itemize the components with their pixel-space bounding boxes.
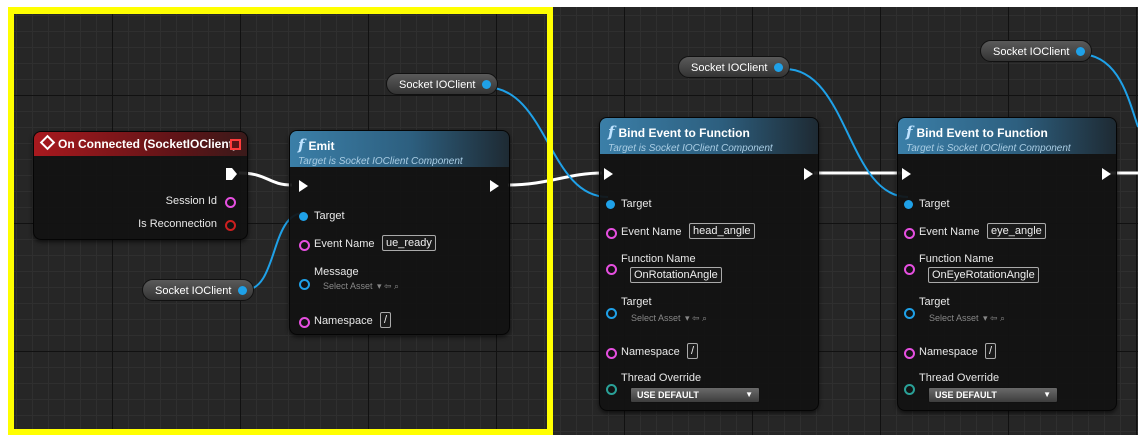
node-header: f Bind Event to Function Target is Socket… xyxy=(898,118,1116,154)
pin-label-thread-override: Thread Override xyxy=(621,372,702,384)
pin-label-event-name: Event Name xyxy=(919,226,980,238)
variable-label: Socket IOClient xyxy=(691,62,768,74)
namespace-field[interactable]: / xyxy=(687,343,699,359)
pin-label-target2: Target xyxy=(621,296,652,308)
node-header: f Bind Event to Function Target is Socket… xyxy=(600,118,818,154)
pin-label-event-name: Event Name xyxy=(621,226,682,238)
blueprint-graph-canvas[interactable]: On Connected (SocketIOClient) Session Id… xyxy=(8,7,1138,435)
chevron-down-icon: ▼ xyxy=(1043,390,1051,399)
pin-label-thread-override: Thread Override xyxy=(919,372,1000,384)
node-subtitle: Target is Socket IOClient Component xyxy=(906,143,1071,154)
event-name-field[interactable]: eye_angle xyxy=(987,223,1046,239)
thread-override-value: USE DEFAULT xyxy=(637,390,699,400)
variable-out-pin[interactable] xyxy=(1076,47,1086,56)
pin-label-namespace: Namespace xyxy=(621,346,680,358)
function-icon: f xyxy=(608,123,615,141)
namespace-field[interactable]: / xyxy=(985,343,997,359)
variable-out-pin[interactable] xyxy=(774,63,784,72)
function-name-field[interactable]: OnEyeRotationAngle xyxy=(928,267,1039,283)
bind-event-node-1[interactable]: f Bind Event to Function Target is Socket… xyxy=(599,117,819,411)
namespace-pin[interactable] xyxy=(606,348,617,359)
pin-label-target: Target xyxy=(621,198,652,210)
event-name-pin[interactable] xyxy=(904,228,915,239)
exec-out-pin[interactable] xyxy=(804,168,813,180)
variable-label: Socket IOClient xyxy=(993,46,1070,58)
pin-label-function-name: Function Name xyxy=(621,253,696,265)
bind-event-node-2[interactable]: f Bind Event to Function Target is Socket… xyxy=(897,117,1117,411)
pin-label-function-name: Function Name xyxy=(919,253,994,265)
node-subtitle: Target is Socket IOClient Component xyxy=(608,143,773,154)
thread-override-value: USE DEFAULT xyxy=(935,390,997,400)
exec-out-pin[interactable] xyxy=(1102,168,1111,180)
pin-label-namespace: Namespace xyxy=(919,346,978,358)
selection-highlight-box xyxy=(8,7,553,435)
exec-in-pin[interactable] xyxy=(604,168,613,180)
exec-in-pin[interactable] xyxy=(902,168,911,180)
thread-override-pin[interactable] xyxy=(606,384,617,395)
node-title: Bind Event to Function xyxy=(916,126,1048,140)
socket-ioclient-variable-3[interactable]: Socket IOClient xyxy=(678,56,791,78)
target-asset-picker[interactable]: Select Asset xyxy=(631,313,681,323)
thread-override-pin[interactable] xyxy=(904,384,915,395)
thread-override-dropdown[interactable]: USE DEFAULT ▼ xyxy=(630,387,760,403)
event-name-pin[interactable] xyxy=(606,228,617,239)
target2-pin[interactable] xyxy=(606,308,617,319)
thread-override-dropdown[interactable]: USE DEFAULT ▼ xyxy=(928,387,1058,403)
socket-ioclient-variable-4[interactable]: Socket IOClient xyxy=(980,40,1093,62)
target-pin[interactable] xyxy=(606,200,615,209)
event-name-field[interactable]: head_angle xyxy=(689,223,755,239)
chevron-down-icon: ▼ xyxy=(745,390,753,399)
dropdown-arrow-icon: ▾ ⇦ ⌕ xyxy=(685,313,708,323)
function-name-pin[interactable] xyxy=(904,264,915,275)
function-name-pin[interactable] xyxy=(606,264,617,275)
node-title: Bind Event to Function xyxy=(618,126,750,140)
pin-label-target: Target xyxy=(919,198,950,210)
target-pin[interactable] xyxy=(904,200,913,209)
dropdown-arrow-icon: ▾ ⇦ ⌕ xyxy=(983,313,1006,323)
target-asset-picker[interactable]: Select Asset xyxy=(929,313,979,323)
pin-label-target2: Target xyxy=(919,296,950,308)
function-name-field[interactable]: OnRotationAngle xyxy=(630,267,722,283)
function-icon: f xyxy=(906,123,913,141)
namespace-pin[interactable] xyxy=(904,348,915,359)
target2-pin[interactable] xyxy=(904,308,915,319)
